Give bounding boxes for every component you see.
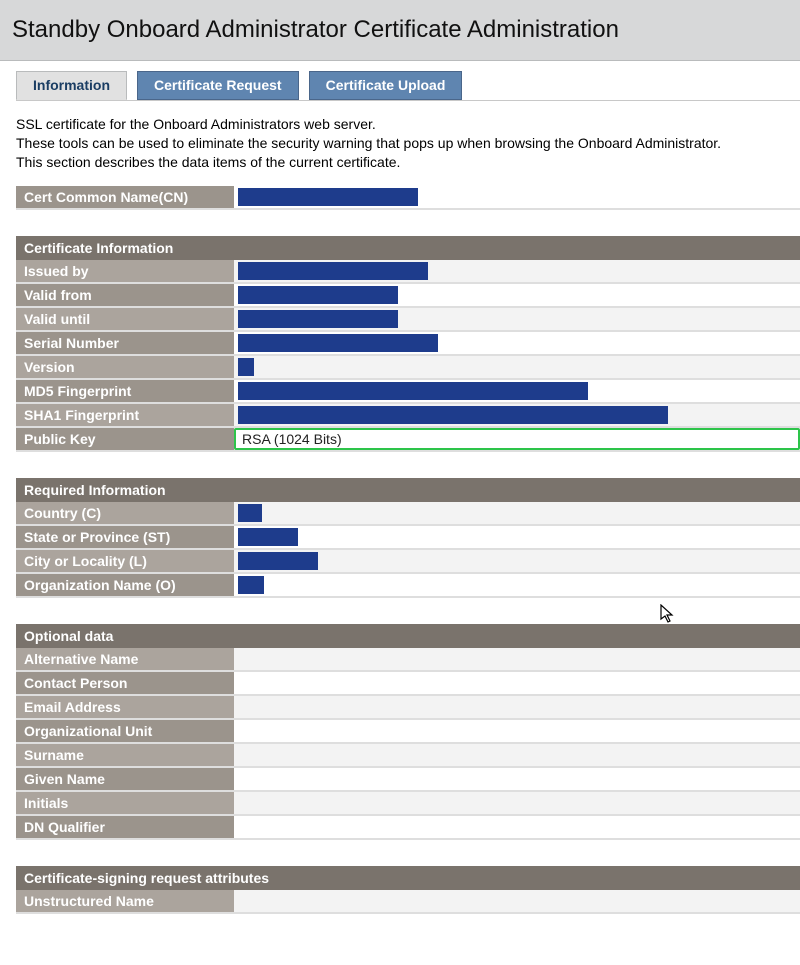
table-row: Given Name xyxy=(16,768,800,792)
redacted-value xyxy=(238,504,262,522)
row-value xyxy=(234,260,800,282)
intro-line: SSL certificate for the Onboard Administ… xyxy=(16,115,800,134)
row-label: SHA1 Fingerprint xyxy=(16,404,234,426)
table-row: Cert Common Name(CN) xyxy=(16,186,800,210)
row-label: Alternative Name xyxy=(16,648,234,670)
redacted-value xyxy=(238,358,254,376)
section-header: Certificate-signing request attributes xyxy=(16,866,800,890)
row-label: Serial Number xyxy=(16,332,234,354)
row-label: Surname xyxy=(16,744,234,766)
row-label: City or Locality (L) xyxy=(16,550,234,572)
table-row: Surname xyxy=(16,744,800,768)
row-value xyxy=(234,744,800,766)
intro-line: These tools can be used to eliminate the… xyxy=(16,134,800,153)
table-row: Serial Number xyxy=(16,332,800,356)
row-value xyxy=(234,696,800,718)
redacted-value xyxy=(238,262,428,280)
table-row: SHA1 Fingerprint xyxy=(16,404,800,428)
table-row: Unstructured Name xyxy=(16,890,800,914)
redacted-value xyxy=(238,286,398,304)
row-value xyxy=(234,380,800,402)
redacted-value xyxy=(238,188,418,206)
row-value xyxy=(234,308,800,330)
table-row: Alternative Name xyxy=(16,648,800,672)
row-label: State or Province (ST) xyxy=(16,526,234,548)
row-value xyxy=(234,720,800,742)
row-label: Issued by xyxy=(16,260,234,282)
page: Standby Onboard Administrator Certificat… xyxy=(0,0,800,914)
section: Optional dataAlternative NameContact Per… xyxy=(16,624,800,840)
table-row: DN Qualifier xyxy=(16,816,800,840)
intro-text: SSL certificate for the Onboard Administ… xyxy=(16,115,800,172)
row-value xyxy=(234,186,800,208)
row-value xyxy=(234,768,800,790)
row-value xyxy=(234,356,800,378)
section-header: Certificate Information xyxy=(16,236,800,260)
row-label: Email Address xyxy=(16,696,234,718)
table-row: Public Key RSA (1024 Bits) xyxy=(16,428,800,452)
table-row: Valid until xyxy=(16,308,800,332)
table-row: Organization Name (O) xyxy=(16,574,800,598)
table-row: Email Address xyxy=(16,696,800,720)
table-row: Contact Person xyxy=(16,672,800,696)
table-row: Issued by xyxy=(16,260,800,284)
row-label: DN Qualifier xyxy=(16,816,234,838)
row-value xyxy=(234,672,800,694)
tab-certificate-request[interactable]: Certificate Request xyxy=(137,71,299,100)
table-row: Valid from xyxy=(16,284,800,308)
row-label: Country (C) xyxy=(16,502,234,524)
section-header: Optional data xyxy=(16,624,800,648)
redacted-value xyxy=(238,382,588,400)
tab-information[interactable]: Information xyxy=(16,71,127,100)
row-value xyxy=(234,648,800,670)
table-row: Version xyxy=(16,356,800,380)
row-value xyxy=(234,404,800,426)
row-value xyxy=(234,574,800,596)
redacted-value xyxy=(238,406,668,424)
row-label: Given Name xyxy=(16,768,234,790)
row-label: MD5 Fingerprint xyxy=(16,380,234,402)
row-value xyxy=(234,502,800,524)
table-row: State or Province (ST) xyxy=(16,526,800,550)
row-label: Version xyxy=(16,356,234,378)
row-value xyxy=(234,284,800,306)
section-header: Required Information xyxy=(16,478,800,502)
table-row: Initials xyxy=(16,792,800,816)
intro-line: This section describes the data items of… xyxy=(16,153,800,172)
table-row: Organizational Unit xyxy=(16,720,800,744)
redacted-value xyxy=(238,310,398,328)
tab-bar: Information Certificate Request Certificat… xyxy=(16,71,800,101)
row-value xyxy=(234,816,800,838)
row-label: Valid from xyxy=(16,284,234,306)
row-value xyxy=(234,890,800,912)
page-title: Standby Onboard Administrator Certificat… xyxy=(0,0,800,61)
row-label: Unstructured Name xyxy=(16,890,234,912)
row-value: RSA (1024 Bits) xyxy=(234,428,800,450)
row-value xyxy=(234,550,800,572)
row-label: Initials xyxy=(16,792,234,814)
tab-certificate-upload[interactable]: Certificate Upload xyxy=(309,71,463,100)
content-area: Information Certificate Request Certificat… xyxy=(0,61,800,914)
table-row: Country (C) xyxy=(16,502,800,526)
table-row: City or Locality (L) xyxy=(16,550,800,574)
redacted-value xyxy=(238,528,298,546)
section: Required InformationCountry (C)State or … xyxy=(16,478,800,598)
value-text: RSA (1024 Bits) xyxy=(240,431,342,447)
row-value xyxy=(234,526,800,548)
row-label: Organization Name (O) xyxy=(16,574,234,596)
row-value xyxy=(234,332,800,354)
redacted-value xyxy=(238,576,264,594)
section: Certificate InformationIssued byValid fr… xyxy=(16,236,800,452)
redacted-value xyxy=(238,334,438,352)
section: Cert Common Name(CN) xyxy=(16,186,800,210)
row-label: Contact Person xyxy=(16,672,234,694)
row-label: Cert Common Name(CN) xyxy=(16,186,234,208)
row-value xyxy=(234,792,800,814)
row-label: Public Key xyxy=(16,428,234,450)
table-row: MD5 Fingerprint xyxy=(16,380,800,404)
row-label: Valid until xyxy=(16,308,234,330)
section: Certificate-signing request attributesUn… xyxy=(16,866,800,914)
redacted-value xyxy=(238,552,318,570)
row-label: Organizational Unit xyxy=(16,720,234,742)
